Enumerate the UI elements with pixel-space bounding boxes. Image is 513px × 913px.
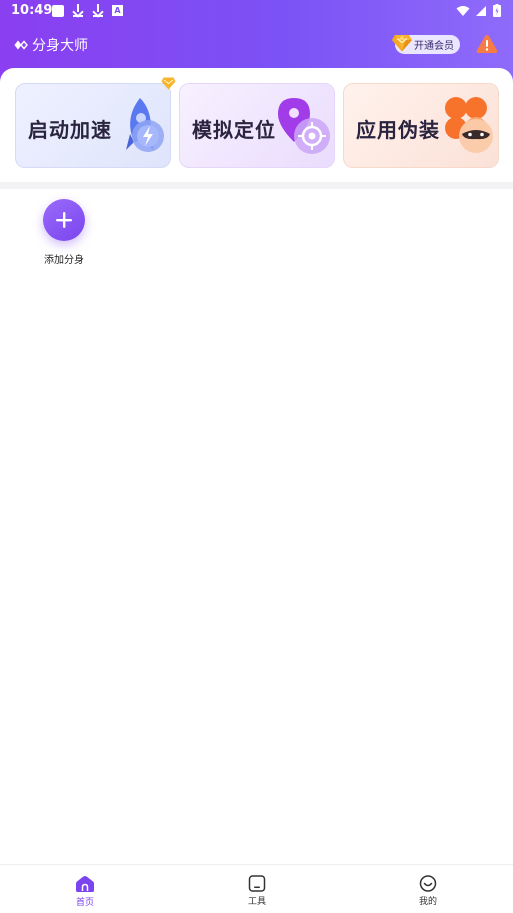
feature-card-location[interactable]: 模拟定位 <box>179 83 335 168</box>
feature-label-disguise: 应用伪装 <box>356 118 440 142</box>
section-divider <box>0 182 513 189</box>
nav-item-mine[interactable]: 我的 <box>398 875 458 907</box>
plus-icon <box>56 212 72 228</box>
a-badge-icon: A <box>112 5 123 16</box>
battery-charging-icon <box>493 4 501 17</box>
warning-icon[interactable] <box>476 34 498 54</box>
feature-label-boost: 启动加速 <box>28 118 112 142</box>
feature-card-disguise[interactable]: 应用伪装 <box>343 83 499 168</box>
signal-icon <box>476 5 486 16</box>
download-icon <box>72 4 84 17</box>
nav-label-tools: 工具 <box>247 897 266 907</box>
app-title-text: 分身大师 <box>32 38 88 54</box>
status-time: 10:49 <box>11 3 53 18</box>
feature-card-boost[interactable]: 启动加速 <box>15 83 171 168</box>
add-clone-label: 添加分身 <box>44 255 84 266</box>
download-icon <box>92 4 104 17</box>
app-title: 分身大师 <box>14 35 88 55</box>
vip-diamond-icon <box>392 35 412 52</box>
nav-label-home: 首页 <box>75 898 94 908</box>
status-bar: 10:49 A <box>0 0 513 22</box>
notification-square-icon <box>52 4 64 17</box>
nav-item-tools[interactable]: 工具 <box>227 875 287 907</box>
smile-icon <box>419 875 437 892</box>
bottom-navigation: 首页 工具 我的 <box>0 864 513 913</box>
tools-icon <box>248 875 266 892</box>
nav-item-home[interactable]: 首页 <box>55 875 115 908</box>
vip-subscribe-label: 开通会员 <box>414 41 454 52</box>
wifi-icon <box>456 5 470 16</box>
vip-diamond-icon <box>161 77 176 90</box>
clover-mask-icon <box>445 97 493 153</box>
diamond-logo-icon <box>14 40 28 50</box>
location-target-icon <box>278 98 330 154</box>
add-clone-button[interactable] <box>43 199 85 241</box>
feature-label-location: 模拟定位 <box>192 118 276 142</box>
rocket-bolt-icon <box>126 98 164 152</box>
home-icon <box>76 876 94 892</box>
nav-label-mine: 我的 <box>418 897 437 907</box>
